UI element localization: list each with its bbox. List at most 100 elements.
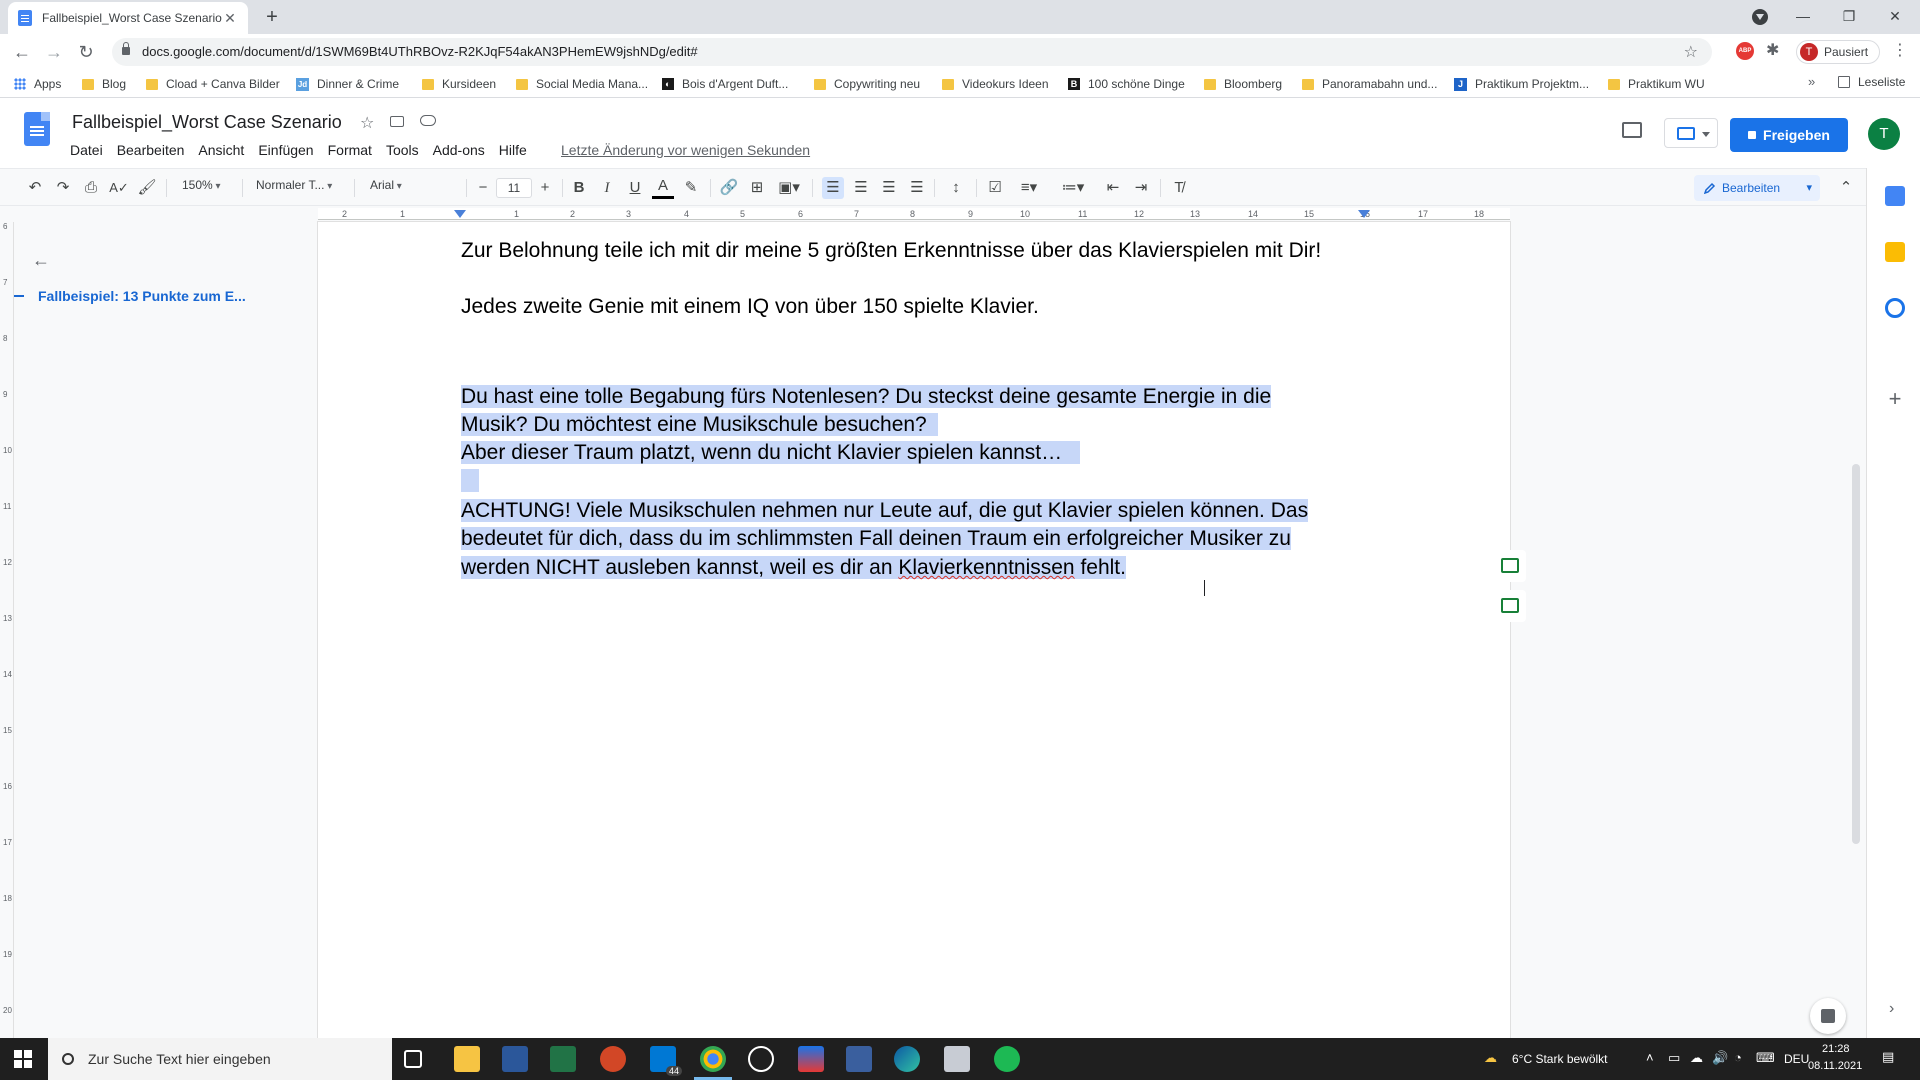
- keep-icon[interactable]: [1885, 242, 1905, 262]
- tab-search-icon[interactable]: [1752, 9, 1768, 25]
- bold-button[interactable]: B: [568, 177, 590, 199]
- right-indent-marker[interactable]: [1358, 210, 1370, 218]
- expand-panel-chevron-icon[interactable]: ›: [1889, 1000, 1894, 1018]
- undo-icon[interactable]: ↶: [24, 177, 46, 199]
- selected-line[interactable]: bedeutet für dich, dass du im schlimmste…: [461, 524, 1291, 553]
- clock-time[interactable]: 21:28: [1822, 1043, 1850, 1055]
- minimize-button[interactable]: —: [1780, 0, 1826, 34]
- network-device-icon[interactable]: ▭: [1668, 1050, 1680, 1066]
- bookmark-blog[interactable]: Blog: [82, 75, 126, 93]
- text-color-button[interactable]: A: [652, 177, 674, 199]
- print-icon[interactable]: ⎙: [80, 177, 102, 199]
- suggest-edits-button[interactable]: [1494, 590, 1526, 622]
- insert-image-icon[interactable]: ▣▾: [774, 177, 804, 199]
- insert-comment-icon[interactable]: ⊞: [746, 177, 768, 199]
- share-button[interactable]: Freigeben: [1730, 118, 1848, 152]
- menu-ansicht[interactable]: Ansicht: [198, 142, 244, 158]
- lock-icon[interactable]: [122, 42, 130, 55]
- url-text[interactable]: docs.google.com/document/d/1SWM69Bt4UThR…: [142, 44, 698, 59]
- reload-icon[interactable]: ↻: [74, 40, 98, 64]
- chrome-menu-icon[interactable]: ⋮: [1892, 40, 1908, 60]
- account-avatar[interactable]: T: [1868, 118, 1900, 150]
- keyboard-icon[interactable]: ⌨: [1756, 1050, 1775, 1066]
- obs-icon[interactable]: [748, 1046, 774, 1072]
- align-justify-button[interactable]: ☰: [906, 177, 928, 199]
- bookmark-praktikum-wu[interactable]: Praktikum WU: [1608, 75, 1705, 93]
- decrease-font-size-button[interactable]: −: [474, 177, 492, 199]
- windows-start-icon[interactable]: [14, 1050, 32, 1068]
- task-view-icon[interactable]: [404, 1050, 422, 1068]
- spellcheck-icon[interactable]: A✓: [108, 177, 130, 199]
- adblock-extension-icon[interactable]: ABP: [1736, 42, 1754, 60]
- editing-mode-select[interactable]: Bearbeiten: [1694, 175, 1820, 201]
- last-edit-link[interactable]: Letzte Änderung vor wenigen Sekunden: [561, 142, 810, 158]
- paint-format-icon[interactable]: 🖌: [136, 177, 158, 199]
- bookmark-bois-dargent[interactable]: ◐ Bois d'Argent Duft...: [662, 75, 788, 93]
- bookmark-canva[interactable]: Cload + Canva Bilder: [146, 75, 280, 93]
- new-tab-button[interactable]: +: [260, 6, 284, 30]
- calendar-icon[interactable]: [1885, 186, 1905, 206]
- close-outline-arrow-icon[interactable]: ←: [32, 250, 50, 271]
- star-icon[interactable]: ☆: [360, 113, 374, 133]
- wifi-icon[interactable]: ◔: [1734, 1050, 1742, 1065]
- hide-menus-chevron-icon[interactable]: ⌃: [1836, 177, 1856, 199]
- numbered-list-icon[interactable]: ≔▾: [1056, 177, 1090, 199]
- misspelled-word[interactable]: Klavierkenntnissen: [898, 556, 1075, 579]
- explore-button[interactable]: [1810, 998, 1846, 1034]
- outline-heading-item[interactable]: Fallbeispiel: 13 Punkte zum E...: [14, 288, 246, 304]
- italic-button[interactable]: I: [596, 177, 618, 199]
- language-indicator[interactable]: DEU: [1784, 1052, 1809, 1066]
- add-ons-plus-icon[interactable]: +: [1885, 386, 1905, 412]
- menu-format[interactable]: Format: [328, 142, 372, 158]
- browser-tab-active[interactable]: Fallbeispiel_Worst Case Szenario ✕: [8, 2, 248, 34]
- docs-logo-icon[interactable]: [24, 112, 50, 146]
- insert-link-icon[interactable]: 🔗: [718, 177, 740, 199]
- powerpoint-icon[interactable]: [600, 1046, 626, 1072]
- extensions-puzzle-icon[interactable]: ✱: [1766, 40, 1779, 60]
- selected-line[interactable]: Musik? Du möchtest eine Musikschule besu…: [461, 410, 939, 439]
- zoom-select[interactable]: 150%: [182, 178, 221, 192]
- align-right-button[interactable]: ☰: [878, 177, 900, 199]
- tab-close-icon[interactable]: ✕: [222, 10, 238, 27]
- bookmark-dinner-crime[interactable]: Jd Dinner & Crime: [296, 75, 399, 93]
- taskbar-search[interactable]: Zur Suche Text hier eingeben: [48, 1038, 392, 1080]
- bookmark-social-media[interactable]: Social Media Mana...: [516, 75, 648, 93]
- bookmark-bloomberg[interactable]: Bloomberg: [1204, 75, 1282, 93]
- selected-line[interactable]: ACHTUNG! Viele Musikschulen nehmen nur L…: [461, 496, 1309, 525]
- bookmark-panoramabahn[interactable]: Panoramabahn und...: [1302, 75, 1437, 93]
- restore-button[interactable]: ❐: [1826, 0, 1872, 34]
- app-icon[interactable]: [798, 1046, 824, 1072]
- selected-empty-line[interactable]: [461, 466, 479, 495]
- cloud-status-icon[interactable]: [420, 115, 436, 126]
- word-icon[interactable]: [502, 1046, 528, 1072]
- weather-text[interactable]: 6°C Stark bewölkt: [1512, 1052, 1608, 1066]
- bookmark-apps[interactable]: Apps: [14, 75, 61, 93]
- align-left-button[interactable]: ☰: [822, 177, 844, 199]
- tasks-icon[interactable]: [1885, 298, 1905, 318]
- weather-icon[interactable]: ☁: [1484, 1050, 1497, 1066]
- menu-tools[interactable]: Tools: [386, 142, 419, 158]
- spotify-icon[interactable]: [994, 1046, 1020, 1072]
- clock-date[interactable]: 08.11.2021: [1808, 1060, 1862, 1072]
- address-bar[interactable]: docs.google.com/document/d/1SWM69Bt4UThR…: [112, 38, 1712, 66]
- file-explorer-icon[interactable]: [454, 1046, 480, 1072]
- highlight-color-icon[interactable]: ✎: [680, 177, 702, 199]
- edge-icon[interactable]: [894, 1046, 920, 1072]
- paragraph-genius[interactable]: Jedes zweite Genie mit einem IQ von über…: [461, 292, 1039, 321]
- selected-line[interactable]: Aber dieser Traum platzt, wenn du nicht …: [461, 438, 1080, 467]
- notepad-icon[interactable]: [944, 1046, 970, 1072]
- comment-history-icon[interactable]: [1622, 122, 1642, 138]
- bulleted-list-icon[interactable]: ≡▾: [1012, 177, 1046, 199]
- left-indent-marker[interactable]: [454, 210, 466, 218]
- menu-bearbeiten[interactable]: Bearbeiten: [117, 142, 185, 158]
- volume-icon[interactable]: 🔊: [1712, 1050, 1728, 1066]
- add-comment-button[interactable]: [1494, 550, 1526, 582]
- tray-chevron-icon[interactable]: ˄: [1646, 1050, 1654, 1065]
- menu-einfuegen[interactable]: Einfügen: [258, 142, 313, 158]
- profile-button[interactable]: T Pausiert: [1796, 40, 1880, 64]
- notifications-icon[interactable]: ▤: [1882, 1049, 1894, 1065]
- vertical-scrollbar[interactable]: [1852, 464, 1860, 844]
- bookmark-videokurs[interactable]: Videokurs Ideen: [942, 75, 1049, 93]
- move-folder-icon[interactable]: [390, 116, 404, 127]
- menu-addons[interactable]: Add-ons: [433, 142, 485, 158]
